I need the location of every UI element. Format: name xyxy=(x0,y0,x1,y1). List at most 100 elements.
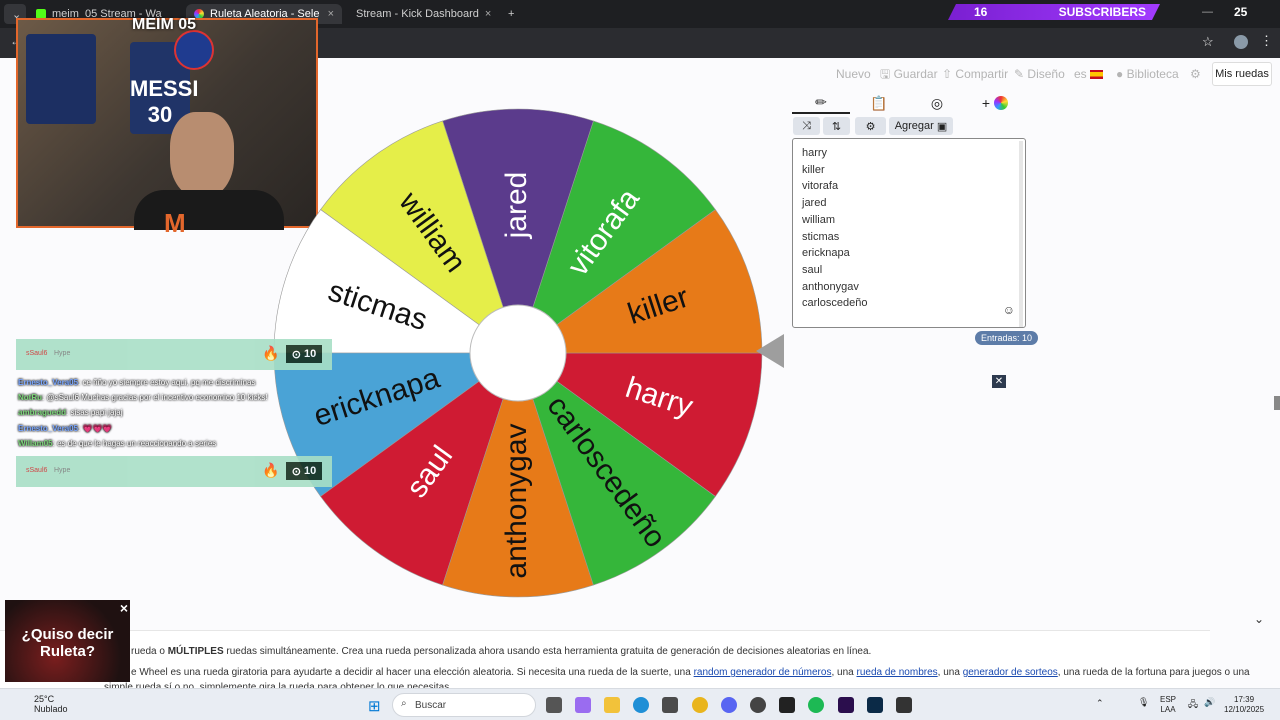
entry-line: carloscedeño xyxy=(802,297,868,310)
obs-icon[interactable] xyxy=(750,697,766,713)
close-icon[interactable]: × xyxy=(120,600,128,617)
tab-results[interactable]: 📋 xyxy=(850,92,908,114)
wheel-center[interactable] xyxy=(469,304,567,402)
copilot-icon[interactable] xyxy=(575,697,591,713)
streamer-logo: M xyxy=(164,208,186,238)
entries-scrollbar[interactable] xyxy=(1019,141,1023,327)
chat-hype-count: ⊙ 10 xyxy=(286,345,322,363)
chat-hype-tag: Hype xyxy=(54,467,71,474)
tab-hidden[interactable]: ◎ xyxy=(908,92,966,114)
pencil-icon: ✏ xyxy=(815,93,827,110)
wheel-segment-label: anthonygav xyxy=(500,423,533,578)
file-explorer-icon[interactable] xyxy=(604,697,620,713)
diseno-button[interactable]: ✎ Diseño xyxy=(1014,66,1065,82)
app-icon[interactable] xyxy=(896,697,912,713)
chat-message: Willam05: es de que le hagas un reaccion… xyxy=(18,439,217,448)
agregar-button[interactable]: Agregar ▣ xyxy=(889,117,953,135)
link-random-numeros[interactable]: random generador de números xyxy=(694,667,832,678)
ai-button[interactable]: ⚙ xyxy=(855,117,886,135)
close-icon[interactable]: ✕ xyxy=(992,375,1006,388)
biblioteca-button[interactable]: ● Biblioteca xyxy=(1116,66,1179,82)
clock[interactable]: 17:39 12/10/2025 xyxy=(1224,695,1264,715)
gear-icon: ⚙ xyxy=(865,120,876,133)
pencil-icon: ✎ xyxy=(1014,67,1025,81)
page-scrollbar[interactable] xyxy=(1274,66,1280,626)
spotify-icon[interactable] xyxy=(808,697,824,713)
sort-button[interactable]: ⇅ xyxy=(823,117,850,135)
chevron-up-icon[interactable]: ⌃ xyxy=(1096,698,1104,709)
entry-line: anthonygav xyxy=(802,280,859,293)
guardar-button[interactable]: 🖫 Guardar xyxy=(880,66,938,82)
star-icon[interactable]: ☆ xyxy=(1202,34,1214,50)
photoshop-icon[interactable] xyxy=(867,697,883,713)
save-icon: 🖫 xyxy=(880,67,891,81)
store-icon[interactable] xyxy=(662,697,678,713)
taskbar-search[interactable]: ⌕ Buscar xyxy=(392,693,536,717)
task-view-icon[interactable] xyxy=(546,697,562,713)
edge-icon[interactable] xyxy=(633,697,649,713)
windows-start-icon[interactable]: ⊞ xyxy=(368,697,381,715)
color-wheel-icon xyxy=(994,96,1009,110)
settings-icon[interactable]: ⚙ xyxy=(1190,66,1201,82)
entry-line: killer xyxy=(802,163,825,176)
profile-avatar[interactable] xyxy=(1234,35,1248,49)
wheel[interactable]: vitorafa jared william sticmas ericknapa saul… xyxy=(270,105,766,601)
chat-hype-count: ⊙ 10 xyxy=(286,462,322,480)
language-indicator[interactable]: ESP LAA xyxy=(1160,695,1176,715)
chat-hype-tag: Hype xyxy=(54,350,71,357)
chat-hype-user: sSaul6 xyxy=(26,467,48,474)
entry-line: jared xyxy=(802,197,827,210)
minimize-icon[interactable]: — xyxy=(1202,6,1213,18)
subscribers-banner: 16 SUBSCRIBERS xyxy=(948,4,1160,20)
shuffle-button[interactable]: ⤨ xyxy=(793,117,820,135)
close-tab-icon[interactable]: × xyxy=(485,8,491,20)
nuevo-button[interactable]: Nuevo xyxy=(836,66,871,82)
entry-line: william xyxy=(802,213,835,226)
sort-icon: ⇅ xyxy=(831,120,842,133)
chat-message: ambraguedd: sisas papi jajaj xyxy=(18,408,123,417)
spain-flag-icon xyxy=(1090,70,1104,80)
redbull-badge xyxy=(174,30,214,70)
entry-line: vitorafa xyxy=(802,180,839,193)
share-icon: ⇧ xyxy=(942,67,953,81)
emoji-icon[interactable]: ☺ xyxy=(1003,302,1015,319)
tab-add-wheel[interactable]: + xyxy=(966,92,1024,114)
network-icon[interactable]: 🖧 xyxy=(1188,697,1198,713)
close-tab-icon[interactable]: × xyxy=(328,8,334,20)
kick-coin-icon: ⊙ xyxy=(291,348,301,361)
entries-textarea[interactable]: harry killer vitorafa jared william stic… xyxy=(792,138,1026,328)
chat-message: Ernesto_Vera05: ce ñño yo siempre estoy … xyxy=(18,378,256,387)
premiere-icon[interactable] xyxy=(838,697,854,713)
microphone-icon[interactable]: 🎙 xyxy=(1138,697,1149,708)
scrollbar-thumb[interactable] xyxy=(1274,396,1280,410)
more-icon[interactable]: ⋮ xyxy=(1260,33,1273,49)
mis-ruedas-button[interactable]: Mis ruedas xyxy=(1212,62,1272,86)
compartir-button[interactable]: ⇧ Compartir xyxy=(942,66,1008,82)
volume-icon[interactable]: 🔊 xyxy=(1204,697,1215,708)
weather-widget[interactable]: 25°C Nublado xyxy=(18,694,68,714)
chrome-icon[interactable] xyxy=(692,697,708,713)
jersey-left xyxy=(26,34,96,124)
subscribers-count: 25 xyxy=(1234,5,1248,19)
tiktok-icon[interactable] xyxy=(779,697,795,713)
link-generador-sorteos[interactable]: generador de sorteos xyxy=(963,667,1058,678)
wheel-graphic[interactable]: vitorafajaredwilliamsticmasericknapasaul… xyxy=(270,105,766,601)
discord-icon[interactable] xyxy=(721,697,737,713)
globe-icon: ● xyxy=(1116,67,1124,81)
tab-edit[interactable]: ✏ xyxy=(792,92,850,114)
streamer-name: MEIM 05 xyxy=(132,16,197,33)
language-button[interactable]: es xyxy=(1074,66,1104,82)
eye-slash-icon: ◎ xyxy=(930,94,944,111)
link-rueda-nombres[interactable]: rueda de nombres xyxy=(856,667,937,678)
wheel-segment-label: jared xyxy=(500,172,533,240)
taskbar: 25°C Nublado ⊞ ⌕ Buscar ⌃ 🎙 ESP LAA 🖧 🔊 … xyxy=(0,688,1280,720)
tab-kick-dashboard[interactable]: Stream - Kick Dashboard × xyxy=(342,4,498,24)
chat-hype-user: sSaul6 xyxy=(26,350,48,357)
chat-message: NotRu: @sSaul6 Muchas gracias por el inc… xyxy=(18,393,268,402)
chat-hype-bar: sSaul6 Hype 🔥 ⊙ 10 xyxy=(16,339,332,370)
article-text: rueda o MÚLTIPLES ruedas simultáneamente… xyxy=(0,630,1250,693)
chevron-down-icon[interactable]: ⌄ xyxy=(1254,612,1264,626)
ad-banner[interactable]: ¿Quiso decir Ruleta? × xyxy=(5,600,130,682)
new-tab-button[interactable]: + xyxy=(500,4,524,24)
image-icon: ▣ xyxy=(936,120,948,133)
